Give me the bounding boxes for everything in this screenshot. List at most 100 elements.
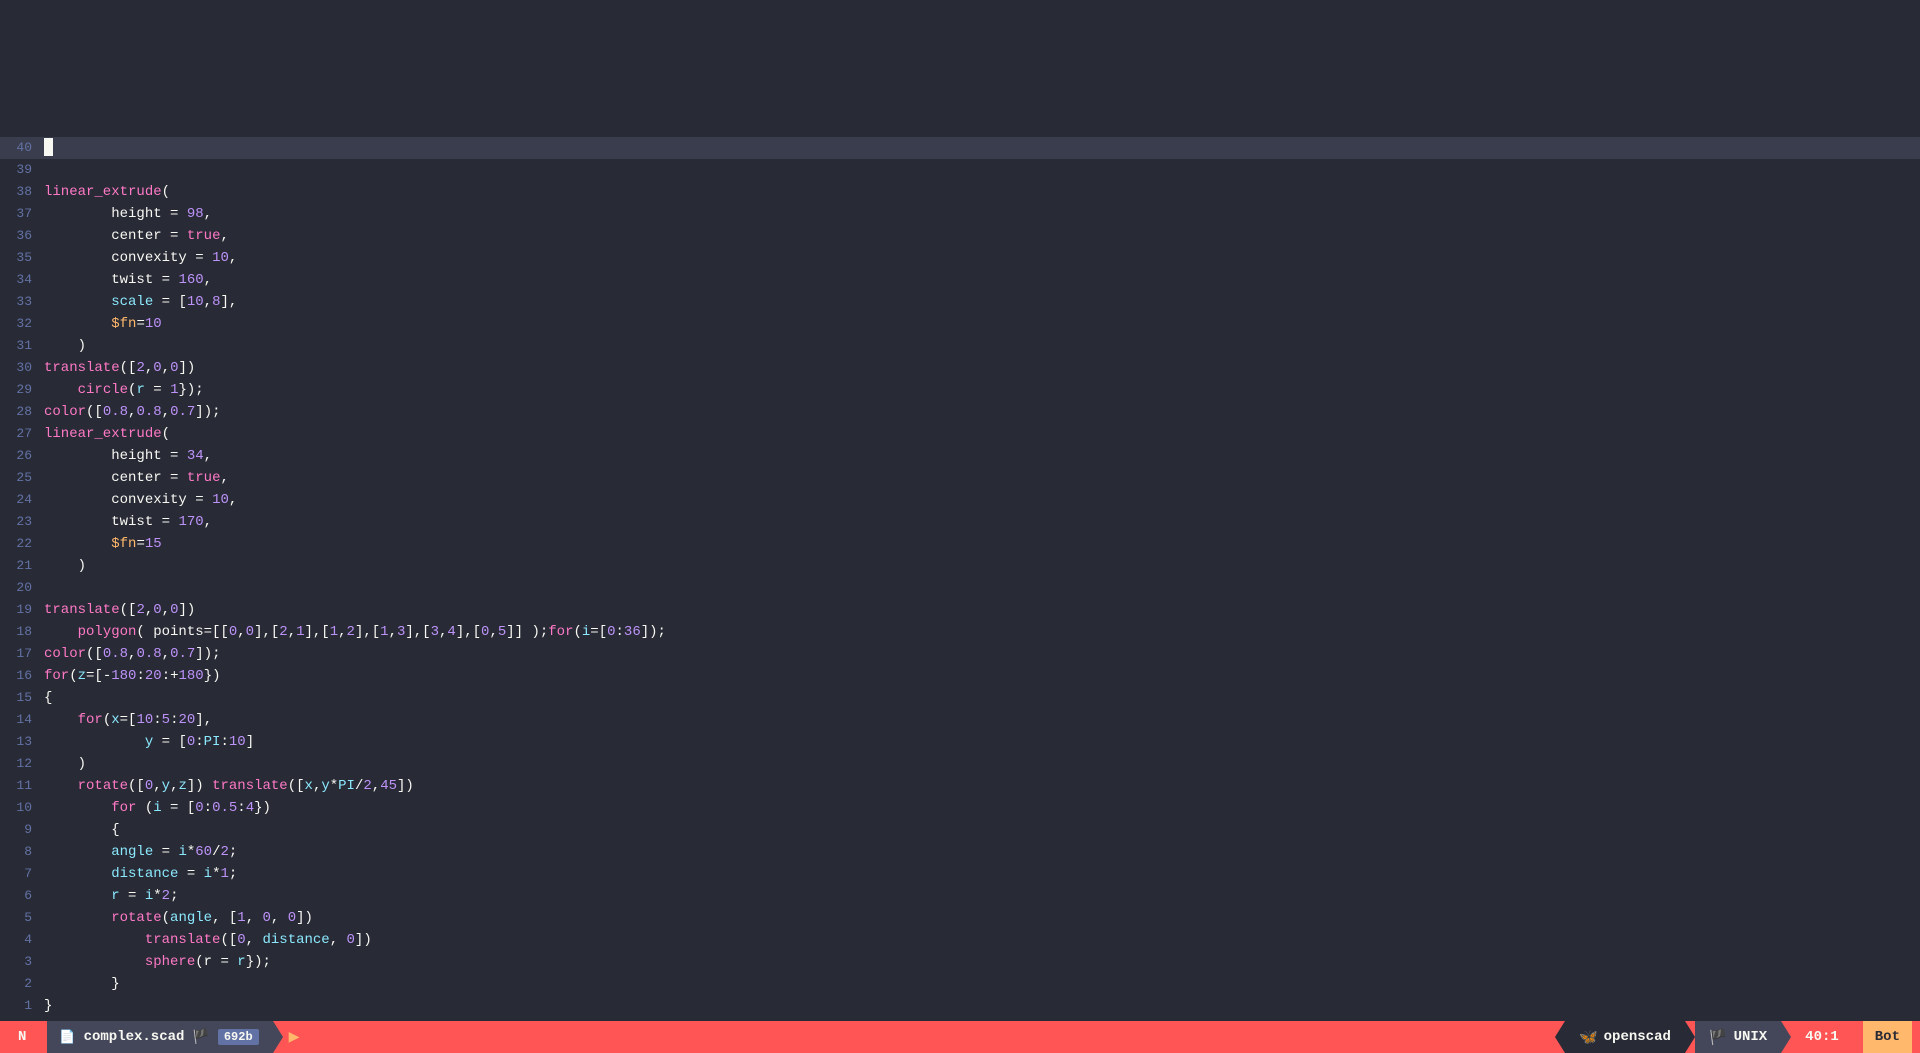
token-num: 10	[136, 712, 153, 728]
line-number: 27	[0, 423, 44, 445]
token-punc: ,	[204, 514, 212, 530]
code-line: 21 )	[0, 555, 1920, 577]
token-num: 0	[607, 624, 615, 640]
line-content: for (i = [0:0.5:4})	[44, 797, 1920, 819]
file-flag: 🏴	[192, 1029, 209, 1046]
line-number: 24	[0, 489, 44, 511]
line-content: circle(r = 1});	[44, 379, 1920, 401]
line-number: 4	[0, 929, 44, 951]
token-prop: height	[111, 206, 161, 222]
code-line: 13 y = [0:PI:10]	[0, 731, 1920, 753]
token-num: 10	[145, 316, 162, 332]
token-prop: twist	[111, 514, 153, 530]
token-punc: ,	[489, 624, 497, 640]
token-var: z	[178, 778, 186, 794]
line-content: translate([0, distance, 0])	[44, 929, 1920, 951]
line-content: translate([2,0,0])	[44, 599, 1920, 621]
token-punc	[44, 206, 111, 222]
token-punc: })	[204, 668, 221, 684]
token-punc: ([	[86, 404, 103, 420]
token-num: 160	[178, 272, 203, 288]
token-num: 0	[187, 734, 195, 750]
token-punc: ,	[220, 228, 228, 244]
code-line: 8 angle = i*60/2;	[0, 841, 1920, 863]
token-punc: ,	[246, 932, 263, 948]
token-num: 0.7	[170, 404, 195, 420]
token-var: angle	[111, 844, 153, 860]
token-fn: color	[44, 646, 86, 662]
token-num: 0	[237, 932, 245, 948]
sep5	[1781, 1021, 1791, 1053]
token-punc: ;	[229, 844, 237, 860]
token-punc	[44, 910, 111, 926]
token-punc	[44, 954, 145, 970]
token-punc: ])	[397, 778, 414, 794]
line-number: 18	[0, 621, 44, 643]
token-punc: ],[	[405, 624, 430, 640]
token-punc: =	[153, 272, 178, 288]
code-line: 32 $fn=10	[0, 313, 1920, 335]
token-fn: circle	[78, 382, 128, 398]
token-fn: translate	[212, 778, 288, 794]
token-prop: height	[111, 448, 161, 464]
code-line: 18 polygon( points=[[0,0],[2,1],[1,2],[1…	[0, 621, 1920, 643]
token-var: i	[178, 844, 186, 860]
token-prop: r	[204, 954, 212, 970]
token-fn: rotate	[78, 778, 128, 794]
sep6	[1853, 1021, 1863, 1053]
code-line: 38linear_extrude(	[0, 181, 1920, 203]
token-punc: ,	[162, 404, 170, 420]
token-punc: ([	[120, 602, 137, 618]
token-num: 10	[212, 250, 229, 266]
token-prop: center	[111, 470, 161, 486]
token-punc: ,	[145, 360, 153, 376]
line-content: height = 34,	[44, 445, 1920, 467]
token-num: 1	[220, 866, 228, 882]
code-line: 31 )	[0, 335, 1920, 357]
token-punc: :	[195, 734, 203, 750]
mode-indicator: N	[8, 1021, 37, 1053]
sep2	[273, 1021, 283, 1053]
line-number: 23	[0, 511, 44, 533]
token-punc: {	[44, 822, 120, 838]
token-num: 0	[246, 624, 254, 640]
token-punc	[44, 778, 78, 794]
token-punc: ,	[338, 624, 346, 640]
token-punc: ]);	[195, 404, 220, 420]
code-line: 29 circle(r = 1});	[0, 379, 1920, 401]
code-line: 40	[0, 137, 1920, 159]
token-var: scale	[111, 294, 153, 310]
encoding-flag: 🏴	[1709, 1028, 1728, 1047]
line-content: )	[44, 555, 1920, 577]
code-line: 16for(z=[-180:20:+180})	[0, 665, 1920, 687]
line-content: sphere(r = r});	[44, 951, 1920, 973]
token-punc: ,	[204, 294, 212, 310]
token-num: 180	[111, 668, 136, 684]
line-content: for(x=[10:5:20],	[44, 709, 1920, 731]
token-punc: :	[153, 712, 161, 728]
line-content: $fn=15	[44, 533, 1920, 555]
code-line: 26 height = 34,	[0, 445, 1920, 467]
token-punc: ]	[246, 734, 254, 750]
scroll-indicator-section: Bot	[1863, 1021, 1912, 1053]
line-number: 7	[0, 863, 44, 885]
token-special: $fn	[111, 536, 136, 552]
line-number: 20	[0, 577, 44, 599]
code-line: 5 rotate(angle, [1, 0, 0])	[0, 907, 1920, 929]
code-line: 17color([0.8,0.8,0.7]);	[0, 643, 1920, 665]
token-punc: =	[136, 316, 144, 332]
line-number: 9	[0, 819, 44, 841]
token-punc	[44, 514, 111, 530]
statusbar: N 📄 complex.scad 🏴 692b ▶ 🦋 openscad 🏴 U…	[0, 1021, 1920, 1053]
code-line: 11 rotate([0,y,z]) translate([x,y*PI/2,4…	[0, 775, 1920, 797]
line-number: 17	[0, 643, 44, 665]
token-num: 0	[195, 800, 203, 816]
line-content: translate([2,0,0])	[44, 357, 1920, 379]
code-line: 30translate([2,0,0])	[0, 357, 1920, 379]
token-punc: ],[	[456, 624, 481, 640]
token-punc	[44, 294, 111, 310]
line-number: 1	[0, 995, 44, 1017]
position-label: 40:1	[1805, 1029, 1839, 1045]
token-punc: ([	[220, 932, 237, 948]
line-content: color([0.8,0.8,0.7]);	[44, 643, 1920, 665]
